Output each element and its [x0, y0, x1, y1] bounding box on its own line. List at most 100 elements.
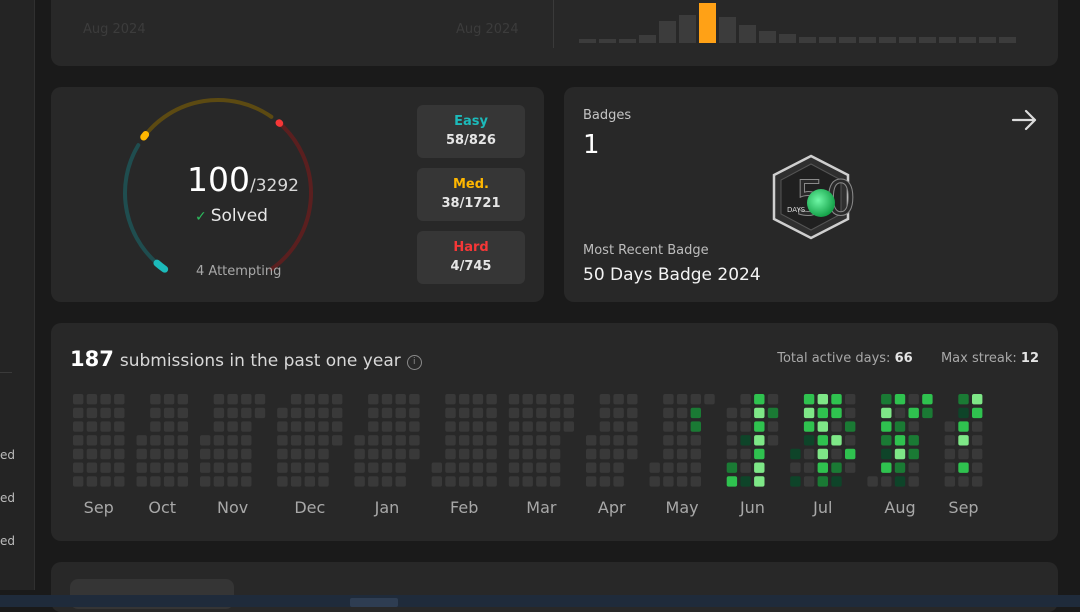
heatmap-cell	[663, 421, 674, 432]
heatmap-cell	[522, 435, 533, 446]
heatmap-cell	[86, 435, 98, 446]
heatmap-cell	[958, 407, 969, 419]
heatmap-cell	[395, 407, 406, 419]
arrow-right-icon[interactable]	[1010, 105, 1040, 135]
heatmap-cell	[972, 448, 983, 460]
heatmap-cell	[290, 407, 302, 419]
heatmap-cell	[599, 448, 611, 460]
heatmap-cell	[726, 462, 738, 473]
heatmap-cell	[690, 462, 701, 473]
heatmap-cell	[332, 435, 343, 446]
heatmap-cell	[73, 476, 84, 487]
heatmap-cell	[318, 394, 329, 405]
heatmap-cell	[368, 394, 379, 405]
heatmap-cell	[472, 421, 484, 432]
heatmap-cell	[100, 476, 111, 487]
heatmap-cell	[726, 435, 738, 446]
heatmap-cell	[944, 435, 955, 446]
heatmap-cell	[881, 407, 892, 419]
heatmap-cell	[536, 448, 547, 460]
heatmap-cell	[304, 448, 315, 460]
heatmap-cell	[676, 394, 688, 405]
heatmap-cell	[332, 394, 343, 405]
difficulty-easy[interactable]: Easy 58/826	[417, 105, 525, 158]
heatmap-cell	[790, 448, 801, 460]
heatmap-cell	[354, 476, 365, 487]
heatmap-cell	[227, 462, 238, 473]
heatmap-cell	[958, 462, 969, 473]
heatmap-cell	[368, 462, 379, 473]
heatmap-cell	[381, 462, 393, 473]
fifty-days-badge-icon[interactable]: 50 DAYS	[768, 153, 854, 241]
heatmap-cell	[277, 476, 288, 487]
heatmap-cell	[445, 476, 456, 487]
heatmap-cell	[536, 394, 547, 405]
month-label: Apr	[598, 498, 626, 517]
heatmap-cell	[845, 421, 856, 432]
heatmap-cell	[831, 407, 842, 419]
heatmap-cell	[241, 448, 252, 460]
heatmap-cell	[536, 435, 547, 446]
chart-end-date: Aug 2024	[456, 22, 519, 37]
gauge-easy-fill	[153, 259, 169, 273]
heatmap-cell	[100, 421, 111, 432]
heatmap-cell	[817, 476, 828, 487]
heatmap-cell	[881, 421, 892, 432]
heatmap-cell	[381, 394, 393, 405]
difficulty-label: Easy	[454, 114, 488, 129]
heatmap-cell	[817, 448, 828, 460]
heatmap-cell	[100, 394, 111, 405]
difficulty-hard[interactable]: Hard 4/745	[417, 231, 525, 284]
heatmap-cell	[395, 462, 406, 473]
heatmap-cell	[754, 448, 765, 460]
heatmap-cell	[395, 421, 406, 432]
heatmap-cell	[136, 462, 147, 473]
heatmap-cell	[304, 394, 315, 405]
heatmap-cell	[754, 421, 765, 432]
heatmap-cell	[613, 476, 624, 487]
month-label: Feb	[450, 498, 478, 517]
heatmap-cell	[114, 421, 125, 432]
heatmap-cell	[73, 421, 84, 432]
heatmap-cell	[676, 476, 688, 487]
heatmap-cell	[486, 435, 497, 446]
heatmap-cell	[241, 421, 252, 432]
heatmap-cell	[241, 476, 252, 487]
heatmap-cell	[627, 407, 638, 419]
month-label: Sep	[84, 498, 114, 517]
heatmap-cell	[649, 462, 660, 473]
solved-progress-card: 100/3292 ✓ Solved 4 Attempting Easy 58/82…	[51, 87, 544, 302]
heatmap-cell	[100, 462, 111, 473]
difficulty-medium[interactable]: Med. 38/1721	[417, 168, 525, 221]
distribution-bar	[839, 37, 856, 43]
heatmap-cell	[803, 462, 815, 473]
heatmap-cell	[213, 394, 225, 405]
heatmap-cell	[704, 394, 715, 405]
heatmap-cell	[726, 421, 738, 432]
month-label: Sep	[948, 498, 978, 517]
distribution-bar	[999, 37, 1016, 43]
heatmap-cell	[627, 435, 638, 446]
heatmap-cell	[177, 421, 188, 432]
submission-heatmap: Sep Oct Nov Dec Jan Feb Mar Apr May Jun Jul Aug Sep	[73, 394, 983, 517]
difficulty-label: Hard	[453, 240, 489, 255]
heatmap-cell	[613, 462, 624, 473]
heatmap-cell	[972, 421, 983, 432]
heatmap-cell	[726, 407, 738, 419]
heatmap-cell	[599, 462, 611, 473]
heatmap-cell	[613, 435, 624, 446]
heatmap-cell	[227, 448, 238, 460]
month-label: Mar	[526, 498, 557, 517]
heatmap-cell	[549, 407, 561, 419]
heatmap-cell	[803, 394, 815, 405]
heatmap-cell	[318, 476, 329, 487]
heatmap-cell	[508, 394, 520, 405]
heatmap-cell	[803, 407, 815, 419]
recent-badge-label: Most Recent Badge	[583, 243, 709, 258]
heatmap-cell	[73, 462, 84, 473]
check-icon: ✓	[195, 209, 207, 225]
month-label: Jun	[739, 498, 765, 517]
heatmap-cell	[831, 394, 842, 405]
taskbar-button[interactable]	[350, 598, 398, 607]
heatmap-cell	[740, 448, 751, 460]
